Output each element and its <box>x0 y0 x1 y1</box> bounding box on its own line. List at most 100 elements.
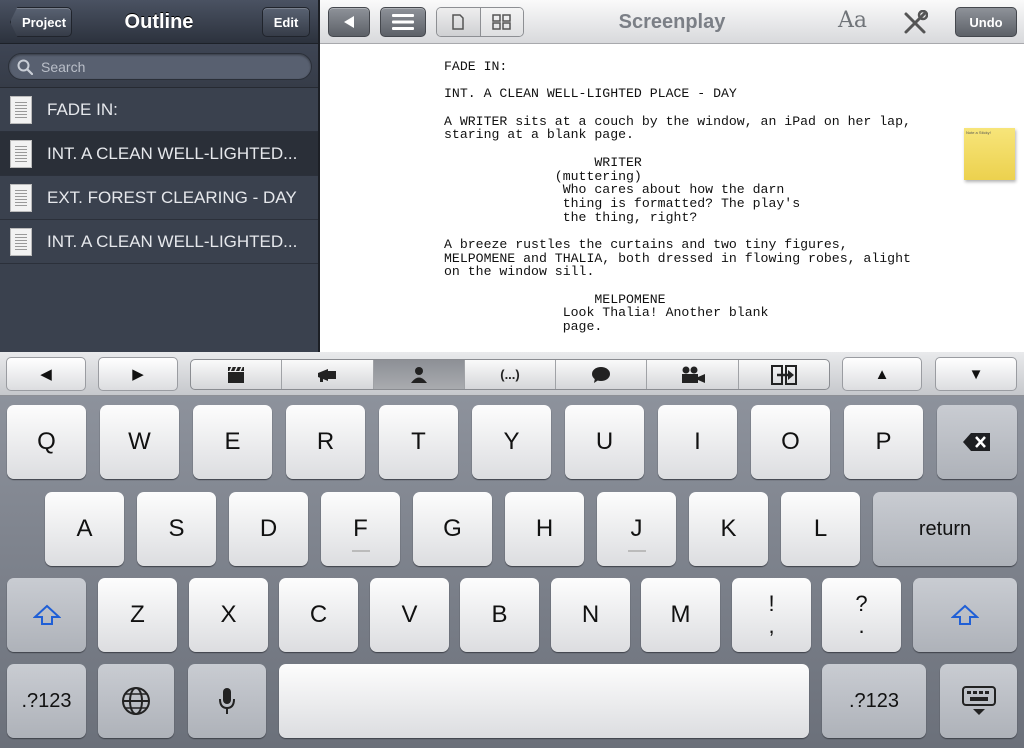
screenplay-line <box>444 279 911 293</box>
menu-icon <box>392 14 414 30</box>
shot-button[interactable] <box>647 360 739 389</box>
key-d[interactable]: D <box>229 492 308 566</box>
outline-sidebar: Project Outline Edit FADE IN: INT. A CLE… <box>0 0 318 352</box>
cursor-down-button[interactable]: ▼ <box>935 357 1017 391</box>
key-exclaim-comma[interactable]: ! , <box>732 578 811 652</box>
action-button[interactable] <box>282 360 374 389</box>
key-f[interactable]: F <box>321 492 400 566</box>
sidebar-header: Project Outline Edit <box>0 0 318 44</box>
key-i[interactable]: I <box>658 405 737 479</box>
key-b[interactable]: B <box>460 578 539 652</box>
key-j[interactable]: J <box>597 492 676 566</box>
screenplay-line <box>444 142 911 156</box>
key-x[interactable]: X <box>189 578 268 652</box>
key-p[interactable]: P <box>844 405 923 479</box>
key-e[interactable]: E <box>193 405 272 479</box>
screenplay-line: thing is formatted? The play's <box>444 195 801 211</box>
grid-view-button[interactable] <box>480 8 523 36</box>
key-a[interactable]: A <box>45 492 124 566</box>
outline-item[interactable]: INT. A CLEAN WELL-LIGHTED... <box>0 132 318 176</box>
search-input[interactable] <box>39 57 299 76</box>
screenplay-line: A breeze rustles the curtains and two ti… <box>444 236 848 252</box>
shift-icon <box>951 604 979 625</box>
page-view-button[interactable] <box>437 8 481 36</box>
key-v[interactable]: V <box>370 578 449 652</box>
hide-keyboard-icon <box>961 686 996 715</box>
cursor-up-button[interactable]: ▲ <box>842 357 922 391</box>
character-button[interactable] <box>373 360 465 389</box>
numbers-left-key[interactable]: .?123 <box>7 664 86 738</box>
key-r[interactable]: R <box>286 405 365 479</box>
return-key[interactable]: return <box>873 492 1017 566</box>
key-question-period[interactable]: ? . <box>822 578 901 652</box>
sticky-note[interactable]: Note a Sticky! <box>964 128 1015 180</box>
cursor-left-button[interactable]: ◀ <box>6 357 86 391</box>
key-s[interactable]: S <box>137 492 216 566</box>
hide-keyboard-key[interactable] <box>940 664 1017 738</box>
key-c[interactable]: C <box>279 578 358 652</box>
key-o[interactable]: O <box>751 405 830 479</box>
outline-item-label: INT. A CLEAN WELL-LIGHTED... <box>47 143 298 163</box>
dialogue-button[interactable] <box>556 360 648 389</box>
key-t[interactable]: T <box>379 405 458 479</box>
space-key[interactable] <box>279 664 809 738</box>
numbers-right-key[interactable]: .?123 <box>822 664 926 738</box>
key-y[interactable]: Y <box>472 405 551 479</box>
search-icon <box>17 59 33 75</box>
screenplay-line: page. <box>444 319 603 335</box>
outline-item[interactable]: INT. A CLEAN WELL-LIGHTED... <box>0 220 318 264</box>
key-k[interactable]: K <box>689 492 768 566</box>
screenplay-line <box>444 74 911 88</box>
screenplay-editor: Screenplay Aa Undo FADE IN: INT. A CLEAN… <box>320 0 1024 352</box>
key-q[interactable]: Q <box>7 405 86 479</box>
backspace-key[interactable] <box>937 405 1017 479</box>
dictation-key[interactable] <box>188 664 266 738</box>
screenplay-line: A WRITER sits at a couch by the window, … <box>444 113 911 129</box>
page-icon <box>452 14 464 30</box>
shift-right-key[interactable] <box>913 578 1017 652</box>
screenplay-page[interactable]: FADE IN: INT. A CLEAN WELL-LIGHTED PLACE… <box>444 60 911 334</box>
globe-key[interactable] <box>98 664 174 738</box>
scene-document-icon <box>10 95 32 124</box>
tools-icon[interactable] <box>902 10 928 36</box>
home-row-marker <box>351 550 370 552</box>
home-row-marker <box>627 550 646 552</box>
key-w[interactable]: W <box>100 405 179 479</box>
cursor-right-button[interactable]: ▶ <box>98 357 178 391</box>
action-icon <box>318 368 337 382</box>
search-field[interactable] <box>8 53 312 80</box>
scene-document-icon <box>10 227 32 256</box>
menu-button[interactable] <box>380 7 426 37</box>
key-z[interactable]: Z <box>98 578 177 652</box>
transition-button[interactable] <box>739 360 829 389</box>
scene-heading-button[interactable] <box>191 360 283 389</box>
undo-button[interactable]: Undo <box>955 7 1017 37</box>
key-n[interactable]: N <box>551 578 630 652</box>
key-l[interactable]: L <box>781 492 860 566</box>
key-top-label: ! <box>768 591 775 616</box>
key-m[interactable]: M <box>641 578 720 652</box>
edit-button[interactable]: Edit <box>262 7 310 37</box>
globe-icon <box>122 687 150 715</box>
element-type-segmented: (...) <box>190 359 830 390</box>
video-camera-icon <box>681 366 705 383</box>
key-h[interactable]: H <box>505 492 584 566</box>
key-u[interactable]: U <box>565 405 644 479</box>
outline-item[interactable]: FADE IN: <box>0 88 318 132</box>
key-label: F <box>353 515 368 542</box>
scene-document-icon <box>10 139 32 168</box>
outline-item[interactable]: EXT. FOREST CLEARING - DAY <box>0 176 318 220</box>
screenplay-line: Who cares about how the darn <box>444 182 785 198</box>
screenplay-line: the thing, right? <box>444 209 698 225</box>
back-arrow-icon <box>344 16 354 28</box>
project-back-button[interactable]: Project <box>10 7 72 37</box>
key-bottom-label: . <box>858 613 865 638</box>
back-button[interactable] <box>328 7 370 37</box>
view-mode-segmented <box>436 7 524 37</box>
font-settings-button[interactable]: Aa <box>838 8 867 33</box>
screenplay-line: (muttering) <box>444 168 642 184</box>
scene-heading-icon <box>228 366 245 383</box>
shift-left-key[interactable] <box>7 578 86 652</box>
parenthetical-button[interactable]: (...) <box>465 360 557 389</box>
key-g[interactable]: G <box>413 492 492 566</box>
